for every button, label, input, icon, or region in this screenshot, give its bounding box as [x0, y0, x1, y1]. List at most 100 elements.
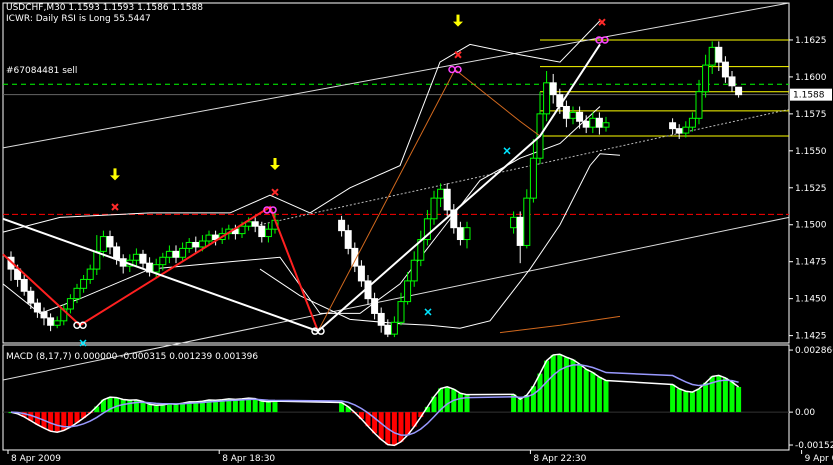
- candle-body: [99, 236, 107, 252]
- macd-bar: [67, 412, 73, 428]
- cross-mark-icon: [598, 18, 606, 26]
- cross-mark-icon: [111, 203, 119, 211]
- price-tick-label: 1.1425: [795, 332, 827, 342]
- macd-bar: [147, 404, 153, 413]
- candle-body: [523, 197, 531, 246]
- macd-bar: [736, 386, 742, 413]
- candle-body: [510, 216, 518, 229]
- trend-leg-up: [317, 43, 601, 332]
- macd-bar: [703, 382, 709, 413]
- macd-bar: [272, 401, 278, 413]
- candle-body: [397, 301, 405, 323]
- macd-bar: [570, 359, 576, 413]
- order-label: #67084481 sell: [6, 66, 78, 76]
- candle-body: [390, 321, 398, 335]
- macd-bar: [530, 386, 536, 413]
- macd-bar: [166, 403, 172, 413]
- chart-header: USDCHF,M30 1.1593 1.1593 1.1586 1.1588 I…: [6, 3, 203, 25]
- candle-body: [443, 188, 451, 211]
- candle-body: [66, 298, 74, 310]
- macd-bar: [398, 412, 404, 442]
- current-price-label: 1.1588: [793, 91, 825, 101]
- macd-bar: [54, 412, 60, 433]
- macd-bar: [391, 412, 397, 446]
- candle-body: [595, 117, 603, 128]
- upper-band: [2, 20, 601, 233]
- candle-body: [437, 188, 445, 199]
- candle-body: [132, 253, 140, 261]
- candle-body: [735, 86, 743, 96]
- candle-body: [721, 61, 729, 78]
- candle-body: [410, 259, 418, 282]
- macd-value-1: 0.000000: [74, 352, 118, 362]
- candle-body: [73, 287, 81, 300]
- macd-title: MACD (8,17,7) 0.000000 -0.000315 0.00123…: [6, 352, 258, 362]
- macd-bar: [550, 354, 556, 413]
- candle-body: [258, 225, 266, 238]
- candle-body: [589, 117, 597, 128]
- time-tick-label: 8 Apr 2009: [11, 454, 61, 464]
- ma-orange: [499, 315, 621, 334]
- macd-bar: [173, 404, 179, 413]
- candle-body: [344, 230, 352, 249]
- candle-body: [702, 64, 710, 93]
- macd-bar: [252, 398, 258, 413]
- macd-tick-label: 0.002866: [795, 346, 833, 356]
- macd-bar: [457, 393, 463, 413]
- macd-bar: [722, 377, 728, 413]
- macd-bar: [590, 372, 596, 413]
- macd-bar: [239, 398, 245, 413]
- time-tick-label: 8 Apr 22:30: [533, 454, 586, 464]
- macd-bar: [683, 391, 689, 413]
- candle-body: [675, 128, 683, 134]
- macd-value-3: 0.001239: [169, 352, 213, 362]
- macd-bar: [120, 399, 126, 413]
- symbol-ohlc-text: USDCHF,M30 1.1593 1.1593 1.1586 1.1588: [6, 3, 203, 13]
- macd-bar: [160, 404, 166, 413]
- macd-bar: [676, 388, 682, 413]
- macd-bar: [61, 412, 67, 431]
- macd-bar: [180, 403, 186, 413]
- candle-body: [172, 250, 180, 258]
- macd-bar: [729, 382, 735, 413]
- candle-body: [27, 290, 35, 304]
- macd-bar: [689, 392, 695, 413]
- macd-bar: [583, 369, 589, 413]
- macd-bar: [596, 377, 602, 413]
- down-arrow-icon: [110, 168, 120, 181]
- candle-body: [106, 236, 114, 248]
- candle-body: [80, 278, 88, 289]
- cross-mark-icon: [271, 188, 279, 196]
- candle-body: [715, 46, 723, 63]
- price-tick-label: 1.1450: [795, 295, 827, 305]
- price-tick-label: 1.1500: [795, 221, 827, 231]
- price-tick-label: 1.1525: [795, 184, 827, 194]
- candle-body: [53, 320, 61, 326]
- price-panel-frame: [2, 2, 790, 344]
- candle-body: [238, 225, 246, 235]
- macd-bar: [577, 364, 583, 413]
- macd-bar: [378, 412, 384, 440]
- candle-body: [205, 234, 213, 242]
- candle-body: [47, 317, 55, 326]
- macd-bar: [517, 399, 523, 413]
- candle-body: [338, 219, 346, 232]
- price-tick-label: 1.1625: [795, 36, 827, 46]
- candle-body: [139, 253, 147, 264]
- price-chart[interactable]: 1.1625 1.1600 1.1575 1.1550 1.1525 1.1500 1.14…: [0, 0, 833, 465]
- macd-params: (8,17,7): [35, 352, 72, 362]
- macd-tick-label: 0.00: [795, 408, 815, 418]
- zigzag-red: [2, 205, 319, 332]
- candle-body: [529, 157, 537, 199]
- macd-bar: [557, 354, 563, 413]
- candle-body: [688, 117, 696, 128]
- candle-body: [113, 246, 121, 260]
- macd-value-4: 0.001396: [215, 352, 259, 362]
- candle-body: [20, 278, 28, 292]
- candle-body: [152, 264, 160, 273]
- candle-body: [86, 268, 94, 280]
- candle-body: [192, 241, 200, 248]
- candle-body: [549, 82, 557, 96]
- candle-body: [198, 240, 206, 248]
- candle-body: [384, 324, 392, 335]
